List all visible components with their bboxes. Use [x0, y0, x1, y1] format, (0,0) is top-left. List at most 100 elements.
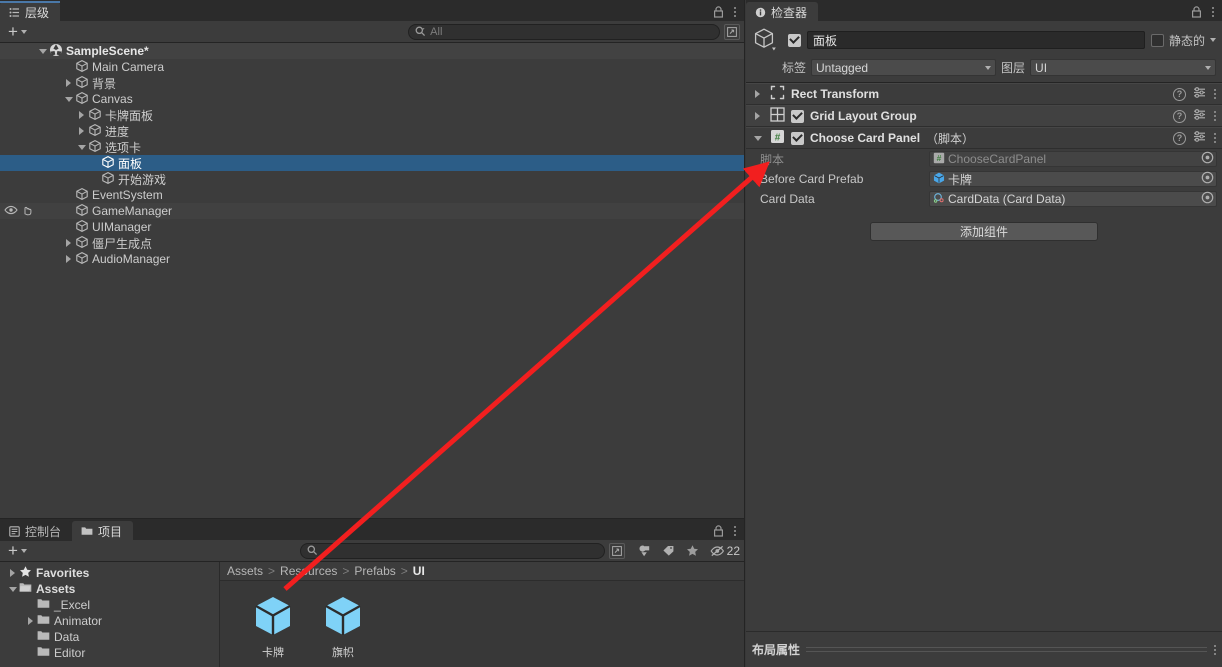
- hierarchy-item-UIManager[interactable]: UIManager: [0, 219, 744, 235]
- project-tree-item-Editor[interactable]: Editor: [0, 645, 219, 661]
- layer-dropdown[interactable]: UI: [1030, 59, 1216, 76]
- project-tree-item-_Excel[interactable]: _Excel: [0, 597, 219, 613]
- object-picker-icon[interactable]: [1201, 151, 1214, 167]
- project-tree-item-Favorites[interactable]: Favorites: [0, 565, 219, 581]
- hierarchy-menu-icon[interactable]: [733, 5, 736, 18]
- component-enabled-checkbox[interactable]: [791, 109, 804, 123]
- static-checkbox[interactable]: [1150, 33, 1164, 47]
- project-tree-item-Assets[interactable]: Assets: [0, 581, 219, 597]
- hierarchy-item-选项卡[interactable]: 选项卡: [0, 139, 744, 155]
- unity-scene-icon: [49, 43, 63, 60]
- create-asset-button[interactable]: +: [4, 542, 31, 559]
- component-fold-icon[interactable]: [751, 90, 764, 98]
- preset-icon[interactable]: [1193, 86, 1206, 102]
- lock-icon[interactable]: [1191, 5, 1202, 18]
- component-menu-icon[interactable]: [1213, 88, 1216, 101]
- object-picker-icon[interactable]: [1201, 191, 1214, 207]
- project-search-input[interactable]: [299, 542, 605, 559]
- object-field-value: CardData (Card Data): [948, 192, 1066, 206]
- hierarchy-item-开始游戏[interactable]: 开始游戏: [0, 171, 744, 187]
- object-field-before-card-prefab[interactable]: 卡牌: [929, 171, 1217, 187]
- svg-text:#: #: [937, 153, 942, 163]
- hierarchy-item-AudioManager[interactable]: AudioManager: [0, 251, 744, 267]
- help-icon[interactable]: ?: [1173, 131, 1186, 145]
- component-header-grid-layout-group[interactable]: Grid Layout Group?: [746, 105, 1222, 127]
- hierarchy-item-Canvas[interactable]: Canvas: [0, 91, 744, 107]
- open-in-new-window-icon[interactable]: [608, 542, 625, 559]
- preset-icon[interactable]: [1193, 130, 1206, 146]
- hierarchy-search-input[interactable]: All: [408, 23, 721, 40]
- hierarchy-search-save-icon[interactable]: [724, 23, 740, 40]
- component-fold-icon[interactable]: [751, 112, 764, 120]
- object-field-card-data[interactable]: CardData (Card Data): [929, 191, 1217, 207]
- preset-icon[interactable]: [1193, 108, 1206, 124]
- asset-item-label: 旗帜: [332, 647, 354, 659]
- asset-item-旗帜[interactable]: 旗帜: [316, 595, 370, 660]
- hierarchy-item-进度[interactable]: 进度: [0, 123, 744, 139]
- hierarchy-tree[interactable]: SampleScene* Main Camera 背景 Canvas 卡牌面板 进度 选项卡…: [0, 43, 744, 518]
- create-gameobject-button[interactable]: +: [4, 23, 31, 40]
- favorite-star-icon[interactable]: [686, 544, 699, 557]
- breadcrumb-item-Prefabs[interactable]: Prefabs: [354, 564, 395, 578]
- hierarchy-item-GameManager[interactable]: GameManager: [0, 203, 744, 219]
- folder-open-icon: [19, 581, 36, 597]
- gameobject-name-input[interactable]: 面板: [807, 31, 1145, 49]
- project-folder-tree[interactable]: Favorites Assets _Excel Animator Data Editor: [0, 562, 220, 667]
- breadcrumb-item-UI[interactable]: UI: [413, 564, 425, 578]
- project-tree-item-Data[interactable]: Data: [0, 629, 219, 645]
- breadcrumb-item-Resources[interactable]: Resources: [280, 564, 337, 578]
- hierarchy-panel: 层级 + All SampleScene* Main Camera 背景 Can…: [0, 0, 745, 518]
- asset-grid[interactable]: 卡牌 旗帜: [220, 581, 744, 660]
- help-icon[interactable]: ?: [1173, 87, 1186, 101]
- lock-icon[interactable]: [713, 524, 724, 537]
- folder-icon: [37, 597, 54, 613]
- object-field-脚本[interactable]: # ChooseCardPanel: [929, 151, 1217, 167]
- project-toolbar: + 22: [0, 540, 744, 562]
- layout-properties-menu-icon[interactable]: [1213, 643, 1216, 656]
- component-enabled-checkbox[interactable]: [791, 131, 804, 145]
- pickability-toggle-icon[interactable]: [21, 204, 33, 219]
- component-header-choose-card-panel[interactable]: # Choose Card Panel （脚本）?: [746, 127, 1222, 149]
- component-header-rect-transform[interactable]: Rect Transform?: [746, 83, 1222, 105]
- object-picker-icon[interactable]: [1201, 171, 1214, 187]
- hierarchy-item-EventSystem[interactable]: EventSystem: [0, 187, 744, 203]
- static-dropdown-chevron-icon[interactable]: [1210, 38, 1216, 42]
- hierarchy-item-僵尸生成点[interactable]: 僵尸生成点: [0, 235, 744, 251]
- lock-icon[interactable]: [713, 5, 724, 18]
- tab-project[interactable]: 项目: [72, 521, 134, 541]
- component-fold-icon[interactable]: [751, 135, 764, 141]
- hierarchy-item-label: EventSystem: [92, 188, 163, 202]
- help-icon[interactable]: ?: [1173, 109, 1186, 123]
- hierarchy-item-label: Canvas: [92, 92, 133, 106]
- hierarchy-item-Main Camera[interactable]: Main Camera: [0, 59, 744, 75]
- hierarchy-item-背景[interactable]: 背景: [0, 75, 744, 91]
- visibility-toggle-icon[interactable]: [4, 204, 18, 218]
- component-menu-icon[interactable]: [1213, 110, 1216, 123]
- project-tree-item-Animator[interactable]: Animator: [0, 613, 219, 629]
- hierarchy-item-SampleScene*[interactable]: SampleScene*: [0, 43, 744, 59]
- asset-type-filter-icon[interactable]: [638, 544, 651, 557]
- gameobject-enabled-checkbox[interactable]: [788, 33, 801, 47]
- tag-dropdown[interactable]: Untagged: [811, 59, 997, 76]
- label-filter-icon[interactable]: [662, 544, 675, 557]
- tab-inspector[interactable]: 检查器: [746, 2, 819, 22]
- svg-text:#: #: [775, 132, 781, 143]
- inspector-menu-icon[interactable]: [1211, 5, 1214, 18]
- project-menu-icon[interactable]: [733, 524, 736, 537]
- hierarchy-item-label: 选项卡: [105, 140, 142, 155]
- breadcrumb-item-Assets[interactable]: Assets: [227, 564, 263, 578]
- hierarchy-item-卡牌面板[interactable]: 卡牌面板: [0, 107, 744, 123]
- breadcrumb[interactable]: Assets > Resources > Prefabs > UI: [220, 562, 744, 581]
- project-tree-label: Animator: [54, 614, 103, 628]
- scene-visibility-icon[interactable]: [710, 545, 725, 557]
- static-label: 静态的: [1168, 33, 1205, 48]
- tab-hierarchy[interactable]: 层级: [0, 1, 61, 22]
- breadcrumb-separator: >: [268, 564, 276, 578]
- add-component-button[interactable]: 添加组件: [870, 222, 1098, 241]
- tab-console[interactable]: 控制台: [0, 521, 73, 541]
- asset-item-卡牌[interactable]: 卡牌: [246, 595, 300, 660]
- component-menu-icon[interactable]: [1213, 132, 1216, 145]
- hierarchy-item-面板[interactable]: 面板: [0, 155, 744, 171]
- info-icon: [755, 7, 766, 18]
- layer-value: UI: [1035, 60, 1048, 75]
